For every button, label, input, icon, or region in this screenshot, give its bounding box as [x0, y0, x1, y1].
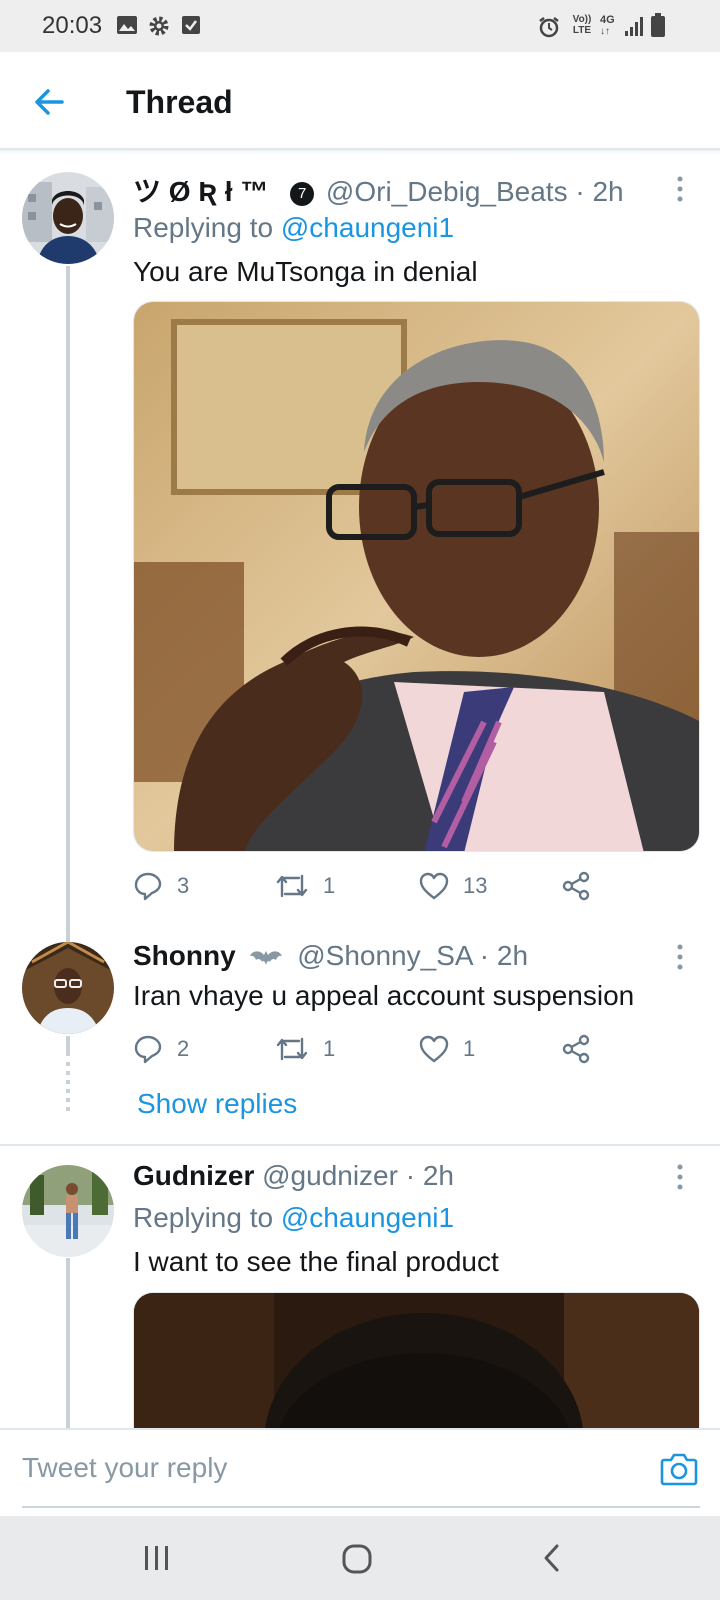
- display-name[interactable]: Shonny: [133, 940, 236, 971]
- signal-icon: [625, 17, 643, 36]
- tweet-header: ツ Ø Ʀ ł ™ 7 @Ori_Debig_Beats · 2h: [133, 170, 624, 210]
- back-nav-icon[interactable]: [540, 1540, 564, 1576]
- replying-to: Replying to @chaungeni1: [133, 212, 454, 244]
- reply-input[interactable]: Tweet your reply: [22, 1452, 227, 1484]
- alarm-icon: [539, 17, 559, 38]
- user-handle[interactable]: @Ori_Debig_Beats: [326, 176, 568, 207]
- avatar[interactable]: [22, 1165, 114, 1257]
- heart-icon: [419, 872, 449, 900]
- reply-count: 3: [177, 873, 190, 898]
- reply-icon: [134, 872, 162, 901]
- heart-icon: [419, 1035, 449, 1063]
- replying-to: Replying to @chaungeni1: [133, 1202, 454, 1234]
- display-name[interactable]: Gudnizer: [133, 1160, 254, 1191]
- battery-icon: [651, 13, 665, 37]
- reply-icon: [134, 1035, 162, 1064]
- show-replies-link[interactable]: Show replies: [137, 1088, 297, 1120]
- app-bar: Thread: [0, 52, 720, 150]
- tweet-photo[interactable]: [133, 1292, 700, 1428]
- 4g-icon: 4G ↓↑: [600, 14, 615, 37]
- reply-count: 2: [177, 1036, 190, 1061]
- status-time: 20:03: [42, 12, 103, 39]
- share-icon: [562, 1034, 590, 1064]
- more-options-icon[interactable]: [676, 1164, 684, 1190]
- checkbox-icon: [182, 16, 200, 34]
- avatar[interactable]: [22, 942, 114, 1034]
- mention-link[interactable]: @chaungeni1: [281, 212, 454, 243]
- tweet-text: You are MuTsonga in denial: [133, 256, 478, 287]
- status-bar: 20:03 Vo)) LTE 4G ↓↑: [0, 0, 720, 52]
- more-options-icon[interactable]: [676, 176, 684, 202]
- app-bar-shadow: [0, 150, 720, 154]
- bat-icon: [250, 950, 283, 965]
- volte-icon: Vo)) LTE: [572, 14, 592, 36]
- arrow-left-icon[interactable]: [30, 82, 70, 122]
- tweet-time: · 2h: [575, 176, 624, 207]
- tweet-actions: 3 1 13: [133, 866, 693, 906]
- reply-button[interactable]: 2: [133, 1029, 189, 1069]
- share-icon: [562, 871, 590, 901]
- compose-bar: Tweet your reply: [0, 1428, 720, 1516]
- like-button[interactable]: 1: [419, 1029, 475, 1069]
- tweet-text: I want to see the final product: [133, 1246, 499, 1277]
- number-badge-icon: 7: [290, 181, 315, 206]
- tweet-header: Shonny @Shonny_SA · 2h: [133, 940, 528, 972]
- retweet-button[interactable]: 1: [275, 866, 335, 906]
- retweet-count: 1: [323, 873, 336, 898]
- like-count: 13: [463, 873, 488, 898]
- tweet-header: Gudnizer @gudnizer · 2h: [133, 1160, 454, 1192]
- page-title: Thread: [126, 84, 233, 120]
- thread-line: [66, 1258, 70, 1428]
- divider: [0, 1144, 720, 1146]
- tweet-time: · 2h: [405, 1160, 454, 1191]
- thread-line: [66, 1036, 70, 1056]
- retweet-icon: [276, 874, 308, 898]
- mention-link[interactable]: @chaungeni1: [281, 1202, 454, 1233]
- replying-label: Replying to: [133, 1202, 274, 1233]
- thread-dots: [66, 1062, 70, 1114]
- display-name[interactable]: ツ Ø Ʀ ł ™: [133, 176, 268, 207]
- gear-icon: [149, 16, 169, 36]
- avatar[interactable]: [22, 172, 114, 264]
- retweet-count: 1: [323, 1036, 336, 1061]
- tweet-time: · 2h: [479, 940, 529, 971]
- share-button[interactable]: [561, 866, 605, 906]
- user-handle[interactable]: @Shonny_SA: [297, 940, 472, 971]
- like-count: 1: [463, 1036, 476, 1061]
- reply-button[interactable]: 3: [133, 866, 189, 906]
- home-icon[interactable]: [340, 1540, 376, 1576]
- replying-label: Replying to: [133, 212, 274, 243]
- thread-line: [66, 266, 70, 942]
- image-icon: [117, 16, 137, 34]
- tweet-text: Iran vhaye u appeal account suspension: [133, 980, 635, 1011]
- retweet-icon: [276, 1037, 308, 1061]
- tweet-photo[interactable]: [133, 301, 700, 852]
- camera-icon[interactable]: [660, 1452, 698, 1486]
- share-button[interactable]: [561, 1029, 605, 1069]
- more-options-icon[interactable]: [676, 944, 684, 970]
- user-handle[interactable]: @gudnizer: [262, 1160, 398, 1191]
- tweet-actions: 2 1 1: [133, 1029, 693, 1069]
- retweet-button[interactable]: 1: [275, 1029, 335, 1069]
- like-button[interactable]: 13: [419, 866, 487, 906]
- recent-apps-icon[interactable]: [142, 1540, 172, 1576]
- reply-input-underline: [22, 1506, 700, 1508]
- system-nav-bar: [0, 1516, 720, 1600]
